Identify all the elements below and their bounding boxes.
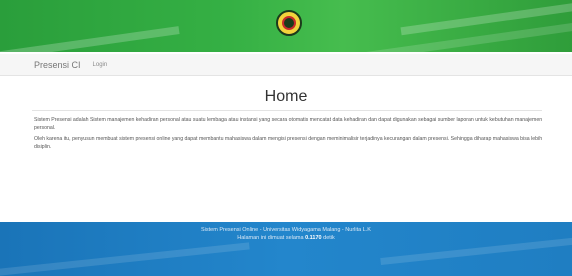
footer: Sistem Presensi Online - Universitas Wid… [0, 222, 572, 276]
intro-paragraph: Sistem Presensi adalah Sistem manajemen … [34, 117, 543, 131]
footer-load-suffix: detik [321, 235, 335, 241]
navbar: Presensi CI Login [0, 54, 572, 76]
footer-credit: Sistem Presensi Online - Universitas Wid… [201, 227, 371, 233]
page-title: Home [264, 88, 308, 105]
seal-center [282, 16, 296, 30]
title-divider [32, 110, 542, 111]
footer-load-value: 0.1170 [305, 235, 322, 241]
footer-load-time: Halaman ini dimuat selama 0.1170 detik [0, 235, 572, 241]
page: Presensi CI Login Home Sistem Presensi a… [0, 0, 572, 276]
university-seal-icon [276, 10, 302, 36]
purpose-paragraph: Oleh karena itu, penyusun membuat sistem… [34, 136, 543, 150]
banner-decor-stripe [0, 26, 180, 52]
header-banner [0, 0, 572, 52]
login-link[interactable]: Login [93, 62, 108, 68]
footer-decor-stripe [0, 242, 250, 276]
footer-load-prefix: Halaman ini dimuat selama [237, 235, 306, 241]
navbar-brand[interactable]: Presensi CI [34, 60, 81, 70]
